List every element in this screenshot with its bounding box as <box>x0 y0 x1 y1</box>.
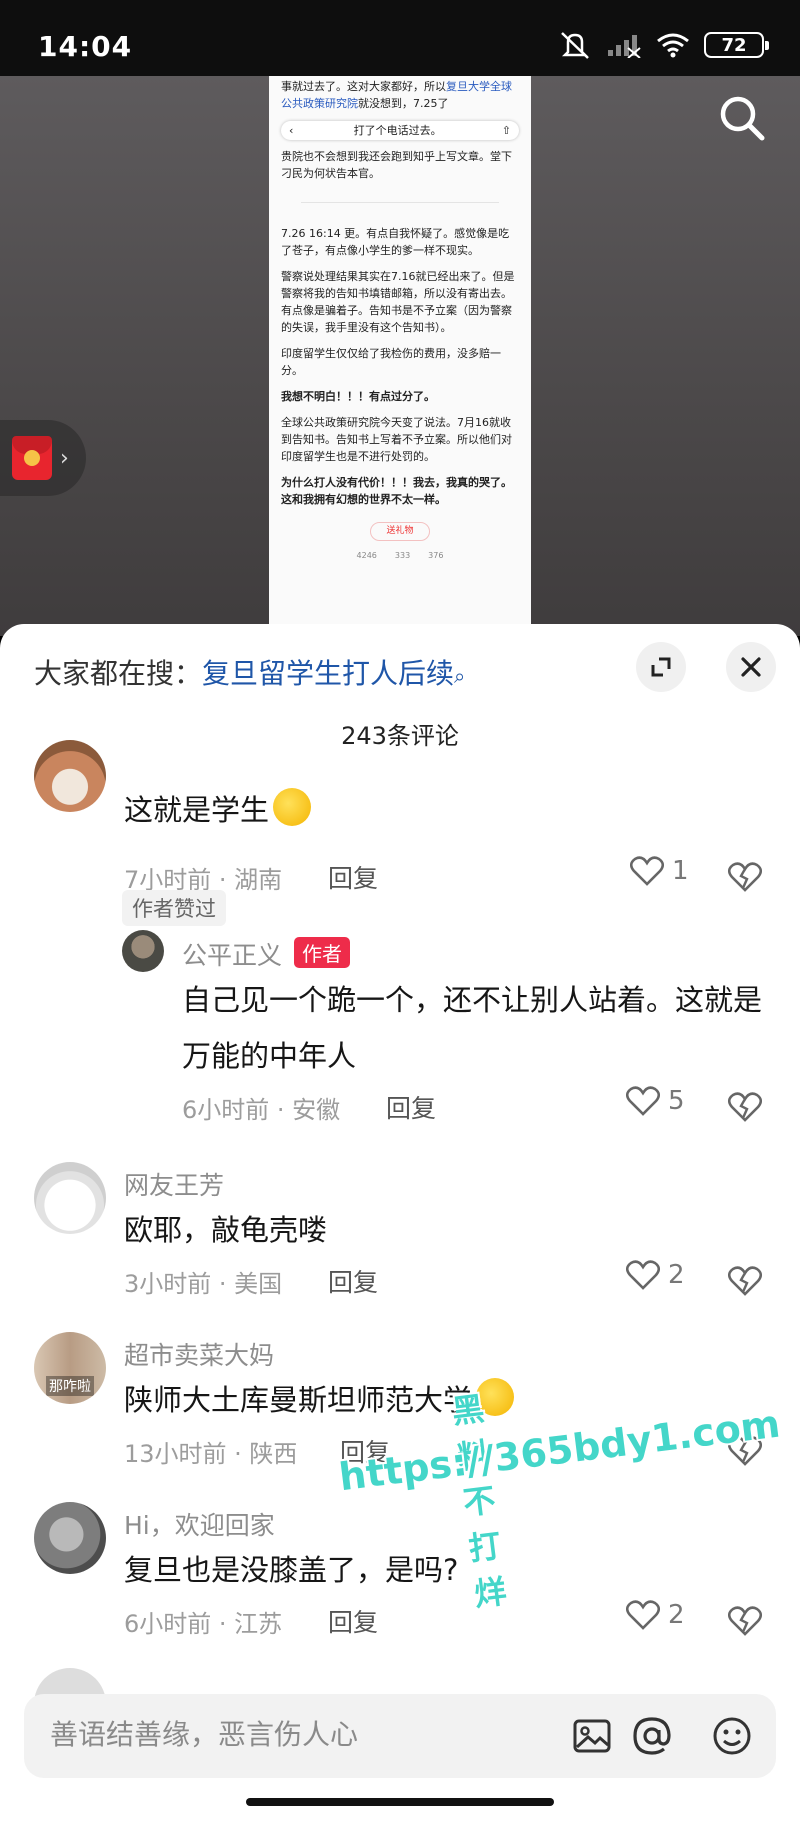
comment-author[interactable]: 网友王芳 <box>124 1166 224 1202</box>
expand-button[interactable] <box>636 642 686 692</box>
trending-prefix: 大家都在搜： <box>34 657 203 690</box>
avatar-caption: 那咋啦 <box>46 1376 94 1396</box>
comment-meta: 6小时前 · 安徽 <box>182 1096 341 1124</box>
broken-heart-icon[interactable] <box>728 1604 762 1638</box>
comment-text: 复旦也是没膝盖了，是吗? <box>124 1553 459 1587</box>
comment-text: 自己见一个跪一个，还不让别人站着。这就是万能的中年人 <box>182 983 763 1073</box>
like-count: 1 <box>672 856 689 886</box>
doc-divider <box>301 202 499 203</box>
heart-icon <box>626 1260 660 1290</box>
reply-author[interactable]: 公平正义 作者 <box>182 936 351 972</box>
like-button[interactable]: 2 <box>626 1600 685 1630</box>
laughing-emoji-icon <box>273 788 312 826</box>
doc-text: 7.26 16:14 更。有点自我怀疑了。感觉像是吃了苍子，有点像小学生的爹一样… <box>281 227 510 257</box>
home-indicator[interactable] <box>246 1798 554 1806</box>
doc-gift-button: 送礼物 <box>370 522 430 541</box>
doc-text: 全球公共政策研究院今天变了说法。7月16就收到告知书。告知书上写着不予立案。所以… <box>281 416 512 463</box>
author-tag: 作者 <box>294 937 351 968</box>
doc-stats: 4246 333 376 <box>281 547 519 564</box>
comment-meta: 3小时前 · 美国 <box>124 1270 283 1298</box>
doc-text: 就没想到，7.25了 <box>358 97 449 110</box>
doc-text: 事就过去了。这对大家都好，所以 <box>281 80 446 93</box>
red-packet-button[interactable]: › <box>0 420 86 496</box>
avatar[interactable]: 那咋啦 <box>34 1332 106 1404</box>
like-count: 2 <box>668 1600 685 1630</box>
status-bar: 14:04 72 <box>0 0 800 76</box>
comment-author[interactable]: Hi，欢迎回家 <box>124 1506 275 1542</box>
reply-button[interactable]: 回复 <box>328 859 378 895</box>
wifi-icon <box>657 33 689 58</box>
comment-text: 这就是学生 <box>124 782 312 838</box>
doc-text: 警察说处理结果其实在7.16就已经出来了。但是警察将我的告知书填错邮箱，所以没有… <box>281 270 515 334</box>
image-icon[interactable] <box>570 1714 614 1758</box>
reply-button[interactable]: 回复 <box>328 1263 378 1299</box>
close-icon <box>741 657 761 677</box>
author-liked-badge: 作者赞过 <box>122 890 226 926</box>
signal-icon <box>608 35 641 58</box>
comment-sheet: 大家都在搜：复旦留学生打人后续⌕ 243条评论 这就是学生 7小时前 · 湖南 … <box>0 624 800 1822</box>
comment-author[interactable]: 超市卖菜大妈 <box>124 1336 274 1372</box>
reply-button[interactable]: 回复 <box>328 1603 378 1639</box>
document-screenshot: 事就过去了。这对大家都好，所以复旦大学全球公共政策研究院就没想到，7.25了 ‹… <box>269 76 531 636</box>
expand-icon <box>651 657 671 677</box>
search-icon[interactable] <box>714 90 770 146</box>
close-button[interactable] <box>726 642 776 692</box>
avatar[interactable] <box>34 1502 106 1574</box>
red-packet-icon <box>12 436 52 480</box>
broken-heart-icon[interactable] <box>728 860 762 894</box>
search-small-icon: ⌕ <box>454 664 466 688</box>
chevron-left-icon: ‹ <box>289 124 294 137</box>
doc-text: 我想不明白！！！有点过分了。 <box>281 390 435 403</box>
share-icon: ⇧ <box>501 124 511 137</box>
status-icons: 72 <box>558 30 769 60</box>
avatar[interactable] <box>122 930 164 972</box>
like-button[interactable]: 5 <box>626 1086 685 1116</box>
trending-search[interactable]: 大家都在搜：复旦留学生打人后续⌕ <box>34 652 465 692</box>
comment-input[interactable] <box>50 1718 520 1751</box>
reply-button[interactable]: 回复 <box>386 1089 436 1125</box>
doc-text: 印度留学生仅仅给了我检伤的费用，没多赔一分。 <box>281 347 501 377</box>
comment-meta: 13小时前 · 陕西 <box>124 1440 298 1468</box>
doc-toolbar: ‹ 打了个电话过去。 ⇧ <box>281 121 519 140</box>
comment-count: 243条评论 <box>341 722 459 750</box>
avatar[interactable] <box>34 740 106 812</box>
comment-text: 欧耶，敲龟壳喽 <box>124 1213 328 1247</box>
like-count: 2 <box>668 1260 685 1290</box>
like-button[interactable]: 2 <box>626 1260 685 1290</box>
at-icon[interactable] <box>630 1714 674 1758</box>
mute-icon <box>561 32 589 59</box>
chevron-right-icon: › <box>60 445 69 471</box>
doc-text: 贵院也不会想到我还会跑到知乎上写文章。堂下刁民为何状告本官。 <box>281 150 512 180</box>
broken-heart-icon[interactable] <box>728 1264 762 1298</box>
heart-icon <box>626 1086 660 1116</box>
status-time: 14:04 <box>38 30 133 63</box>
doc-stat: 333 <box>394 551 411 560</box>
comment-input-bar[interactable] <box>24 1694 776 1778</box>
broken-heart-icon[interactable] <box>728 1090 762 1124</box>
doc-text: 为什么打人没有代价！！！我去，我真的哭了。这和我拥有幻想的世界不太一样。 <box>281 476 512 506</box>
like-count: 5 <box>668 1086 685 1116</box>
doc-stat: 376 <box>428 551 444 560</box>
avatar[interactable] <box>34 1162 106 1234</box>
battery-icon: 72 <box>704 32 769 58</box>
like-button[interactable]: 1 <box>630 856 689 886</box>
doc-stat: 4246 <box>356 551 377 560</box>
heart-icon <box>626 1600 660 1630</box>
comment-meta: 6小时前 · 江苏 <box>124 1610 283 1638</box>
video-area[interactable]: 事就过去了。这对大家都好，所以复旦大学全球公共政策研究院就没想到，7.25了 ‹… <box>0 76 800 636</box>
trending-query[interactable]: 复旦留学生打人后续 <box>202 657 454 690</box>
heart-icon <box>630 856 664 886</box>
doc-toolbar-label: 打了个电话过去。 <box>353 124 442 137</box>
emoji-icon[interactable] <box>710 1714 754 1758</box>
